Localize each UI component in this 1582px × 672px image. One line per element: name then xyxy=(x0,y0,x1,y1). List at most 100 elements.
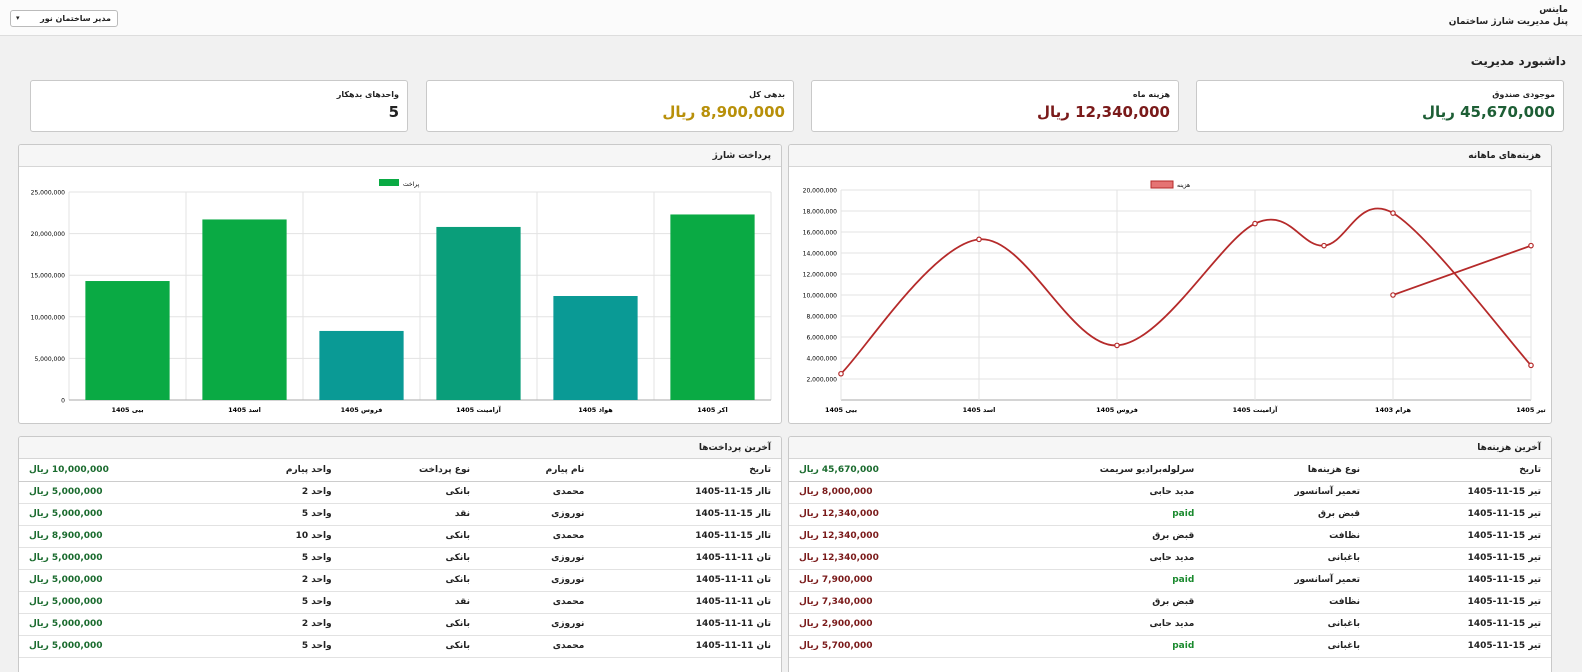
panel-title: آخرین هزینه‌ها xyxy=(789,437,1551,459)
table-cell: محمدی xyxy=(479,481,595,504)
panel-title: آخرین پرداخت‌ها xyxy=(19,437,781,459)
user-select[interactable]: مدیر ساختمان نور ▾ xyxy=(10,10,118,27)
y-tick-label: 15,000,000 xyxy=(31,273,66,280)
x-tick-label: فروس 1405 xyxy=(341,406,383,414)
card-debtor-units: واحدهای بدهکار 5 xyxy=(30,80,408,132)
x-tick-label: آزامینت 1405 xyxy=(1233,405,1279,414)
payments-table-panel: آخرین پرداخت‌ها تاریخ نام پیارم نوع پردا… xyxy=(18,436,782,672)
table-cell: تیر 15-11-1405 xyxy=(1370,613,1551,636)
table-cell: قبض برق xyxy=(1204,503,1371,526)
table-cell: مدید حابی xyxy=(982,481,1205,504)
y-tick-label: 20,000,000 xyxy=(803,188,838,195)
legend-swatch xyxy=(1150,180,1174,189)
table-cell: تیر 15-11-1405 xyxy=(1370,503,1551,526)
x-tick-label: فروس 1405 xyxy=(1096,406,1138,414)
legend-swatch xyxy=(379,179,399,186)
col-amount: 45,670,000 ریال xyxy=(789,459,983,482)
table-cell: paid xyxy=(982,503,1205,526)
table-cell: نقد xyxy=(341,503,480,526)
table-cell: قبض برق xyxy=(982,591,1205,614)
table-row: تان 11-11-1405 محمدی نقد واحد 5 5,000,000 ری… xyxy=(19,591,781,614)
bar xyxy=(202,219,287,400)
table-cell: تان 11-11-1405 xyxy=(594,613,781,636)
col-unit: واحد پیارم xyxy=(213,459,342,482)
payments-table: تاریخ نام پیارم نوع پرداخت واحد پیارم 10… xyxy=(19,459,781,658)
card-total-debt: بدهی کل 8,900,000 ریال xyxy=(426,80,794,132)
card-value: 8,900,000 ریال xyxy=(662,103,785,121)
card-label: واحدهای بدهکار xyxy=(336,90,399,99)
data-point xyxy=(1114,342,1120,349)
table-cell: مدید حابی xyxy=(982,613,1205,636)
y-tick-label: 8,000,000 xyxy=(806,314,837,321)
table-cell: نظافت xyxy=(1204,591,1371,614)
table-cell: واحد 5 xyxy=(213,635,342,658)
payments-bar-chart: پراخت 25,000,000 20,000,000 15,000,000 10,00… xyxy=(31,179,772,414)
table-cell: تیر 15-11-1405 xyxy=(1370,569,1551,592)
table-cell: واحد 2 xyxy=(213,569,342,592)
table-cell: واحد 5 xyxy=(213,591,342,614)
table-cell: 8,900,000 ریال xyxy=(19,525,214,548)
panel-title: پرداخت شارژ xyxy=(19,145,781,167)
table-row: تان 11-11-1405 نوروزی بانکی واحد 5 5,000,000… xyxy=(19,547,781,570)
table-row: تیر 15-11-1405 باغبانی paid 5,700,000 ریال xyxy=(789,635,1551,658)
table-row: تاار 15-11-1405 محمدی بانکی واحد 10 8,900,00… xyxy=(19,525,781,548)
data-point xyxy=(1390,292,1396,298)
table-cell: تاار 15-11-1405 xyxy=(594,503,781,526)
table-cell: 12,340,000 ریال xyxy=(789,503,983,526)
y-tick-label: 10,000,000 xyxy=(803,293,838,300)
table-cell: 5,000,000 ریال xyxy=(19,591,214,614)
table-cell: 7,900,000 ریال xyxy=(789,569,983,592)
legend-label: هزینه xyxy=(1177,182,1190,189)
table-row: تیر 15-11-1405 باغبانی مدید حابی 12,340,000… xyxy=(789,547,1551,570)
table-cell: تیر 15-11-1405 xyxy=(1370,525,1551,548)
table-cell: بانکی xyxy=(341,635,480,658)
data-point xyxy=(1252,220,1258,227)
table-row: تیر 15-11-1405 نظافت قبض برق 12,340,000 ریا… xyxy=(789,525,1551,548)
panel-title: هزینه‌های ماهانه xyxy=(789,145,1551,167)
table-cell: نظافت xyxy=(1204,525,1371,548)
table-cell: تان 11-11-1405 xyxy=(594,569,781,592)
y-tick-label: 5,000,000 xyxy=(34,356,65,363)
user-select-value: مدیر ساختمان نور xyxy=(40,14,111,23)
col-amount: 10,000,000 ریال xyxy=(19,459,214,482)
table-cell: تیر 15-11-1405 xyxy=(1370,591,1551,614)
card-value: 12,340,000 ریال xyxy=(1036,103,1170,121)
bar xyxy=(553,296,638,400)
expenses-line-chart: هزینه 20,000,000 18,000,000 16,000,000 14,00… xyxy=(803,180,1546,414)
table-cell: نان 11-11-1405 xyxy=(594,635,781,658)
table-cell: محمدی xyxy=(479,635,595,658)
x-tick-label: بیی 1405 xyxy=(825,406,857,414)
y-tick-label: 20,000,000 xyxy=(31,231,66,238)
table-cell: تیر 15-11-1405 xyxy=(1370,547,1551,570)
table-cell: 5,000,000 ریال xyxy=(19,547,214,570)
y-tick-label: 2,000,000 xyxy=(806,377,837,384)
table-row: تیر 15-11-1405 باغبانی مدید حابی 2,900,000 … xyxy=(789,613,1551,636)
bar xyxy=(670,214,755,400)
table-cell: paid xyxy=(982,569,1205,592)
y-tick-label: 4,000,000 xyxy=(806,356,837,363)
table-row: تاار 15-11-1405 نوروزی نقد واحد 5 5,000,000 … xyxy=(19,503,781,526)
table-cell: قبض برق xyxy=(982,525,1205,548)
x-tick-label: بیی 1405 xyxy=(111,406,143,414)
table-cell: تیر 15-11-1405 xyxy=(1370,635,1551,658)
card-value: 5 xyxy=(388,103,399,121)
table-cell: تیر 15-11-1405 xyxy=(1370,481,1551,504)
table-cell: بانکی xyxy=(341,613,480,636)
card-label: موجودی صندوق xyxy=(1492,90,1555,99)
table-cell: واحد 10 xyxy=(213,525,342,548)
data-point xyxy=(976,236,982,243)
table-cell: 8,000,000 ریال xyxy=(789,481,983,504)
table-cell: نوروزی xyxy=(479,613,595,636)
table-cell: بانکی xyxy=(341,525,480,548)
y-tick-label: 6,000,000 xyxy=(806,335,837,342)
bar xyxy=(85,281,170,400)
table-cell: 7,340,000 ریال xyxy=(789,591,983,614)
table-row: تیر 15-11-1405 قبض برق paid 12,340,000 ریال xyxy=(789,503,1551,526)
table-cell: واحد 5 xyxy=(213,547,342,570)
table-cell: تعمیر آسانسور xyxy=(1204,481,1371,504)
x-tick-label: تیر 1405 xyxy=(1516,406,1546,414)
col-date: تاریخ xyxy=(594,459,781,482)
card-value: 45,670,000 ریال xyxy=(1421,103,1555,121)
table-cell: تاار 15-11-1405 xyxy=(594,481,781,504)
expenses-table-panel: آخرین هزینه‌ها تاریخ نوع هزینه‌ها سرلوله… xyxy=(788,436,1552,672)
